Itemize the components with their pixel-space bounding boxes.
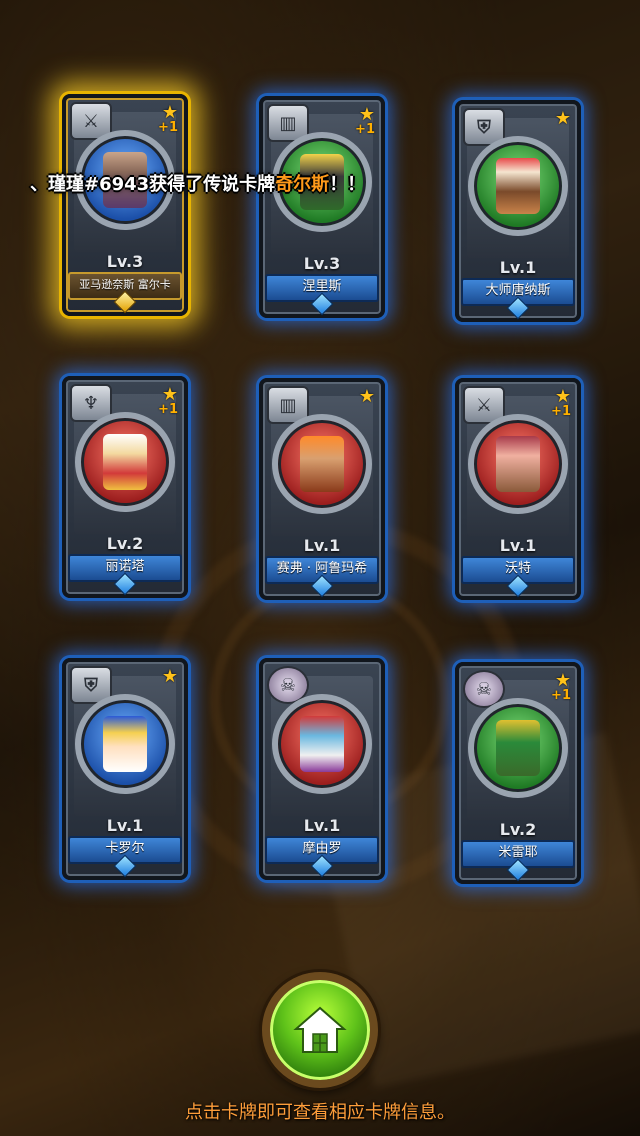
card-level: Lv.2 [499, 820, 537, 839]
enhance-badge: +1 [551, 688, 571, 703]
hero-sprite [300, 436, 344, 492]
star-icon: ★ [358, 386, 375, 407]
hero-sprite [300, 716, 344, 772]
card-2[interactable]: ▥ ★ +1 Lv.3 涅里斯 [259, 96, 385, 318]
card-level: Lv.1 [499, 258, 537, 277]
card-7[interactable]: ⛨ ★ Lv.1 卡罗尔 [62, 658, 188, 880]
hero-portrait [75, 694, 175, 794]
enhance-badge: +1 [551, 404, 571, 419]
card-level: Lv.3 [106, 252, 144, 271]
hero-portrait [468, 698, 568, 798]
footer-tip: 点击卡牌即可查看相应卡牌信息。 [185, 1102, 455, 1123]
hero-portrait [272, 694, 372, 794]
card-level: Lv.1 [499, 536, 537, 555]
card-4[interactable]: ♆ ★ +1 Lv.2 丽诺塔 [62, 376, 188, 598]
hero-sprite [103, 434, 147, 490]
hero-portrait [75, 412, 175, 512]
card-level: Lv.3 [303, 254, 341, 273]
announcement-prefix: 、瑾瑾#6943获得了传说卡牌 [30, 174, 276, 195]
card-6[interactable]: ⚔ ★ +1 Lv.1 沃特 [455, 378, 581, 600]
hero-portrait [468, 136, 568, 236]
star-icon: ★ [554, 108, 571, 129]
enhance-badge: +1 [158, 120, 178, 135]
hero-portrait [468, 414, 568, 514]
home-icon [293, 1006, 347, 1053]
hero-sprite [496, 720, 540, 776]
announcement-card-name: 奇尔斯 [275, 174, 330, 195]
card-level: Lv.1 [303, 536, 341, 555]
hero-sprite [496, 158, 540, 214]
home-button[interactable] [262, 972, 378, 1088]
hero-portrait [272, 414, 372, 514]
card-8[interactable]: ☠ Lv.1 摩由罗 [259, 658, 385, 880]
card-level: Lv.1 [303, 816, 341, 835]
card-level: Lv.2 [106, 534, 144, 553]
announcement-suffix: ！！ [329, 174, 366, 195]
enhance-badge: +1 [355, 122, 375, 137]
enhance-badge: +1 [158, 402, 178, 417]
hero-sprite [496, 436, 540, 492]
hero-sprite [103, 716, 147, 772]
card-5[interactable]: ▥ ★ Lv.1 赛弗 · 阿鲁玛希 [259, 378, 385, 600]
legend-announcement: 、瑾瑾#6943获得了传说卡牌奇尔斯！！ [30, 170, 410, 196]
star-icon: ★ [161, 666, 178, 687]
card-3[interactable]: ⛨ ★ Lv.1 大师唐纳斯 [455, 100, 581, 322]
card-level: Lv.1 [106, 816, 144, 835]
card-9[interactable]: ☠ ★ +1 Lv.2 米雷耶 [455, 662, 581, 884]
card-1[interactable]: ⚔ ★ +1 Lv.3 亚马逊奈斯 富尔卡 [62, 94, 188, 316]
